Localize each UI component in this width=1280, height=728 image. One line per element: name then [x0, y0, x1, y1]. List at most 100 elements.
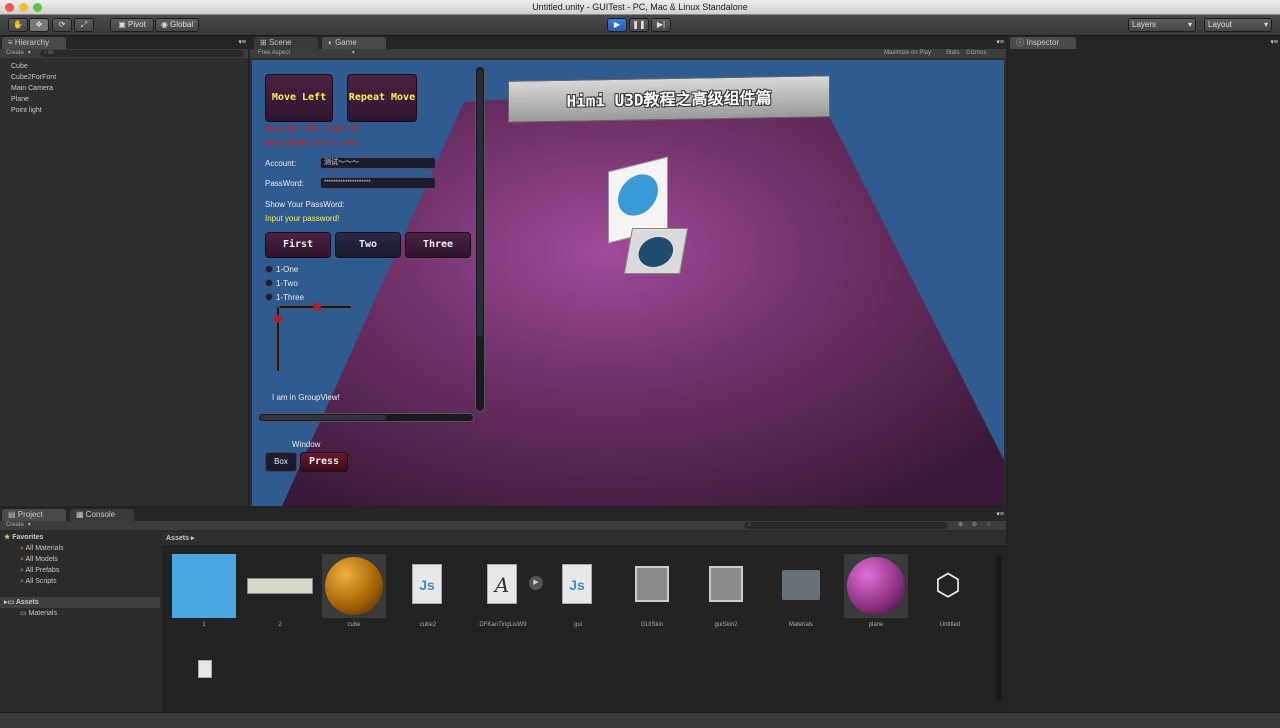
- vertical-scrollbar[interactable]: [475, 66, 485, 412]
- filter-label-icon[interactable]: ⊘: [972, 521, 977, 530]
- vertical-scrollbar[interactable]: [996, 554, 1002, 702]
- hierarchy-item[interactable]: Cube2ForFont: [11, 72, 56, 83]
- radio-option[interactable]: 1-Two: [265, 276, 304, 290]
- move-tool-icon[interactable]: ✥: [29, 18, 49, 32]
- panel-menu-icon[interactable]: ▾≡: [996, 38, 1004, 46]
- horizontal-slider[interactable]: [278, 303, 352, 311]
- asset-label: guiSkin2: [714, 622, 738, 628]
- hierarchy-item[interactable]: Point light: [11, 105, 56, 116]
- hierarchy-item[interactable]: Plane: [11, 94, 56, 105]
- tab-game[interactable]: ◐ Game: [322, 37, 386, 49]
- tab-project[interactable]: ▤ Project: [2, 509, 66, 521]
- panel-menu-icon[interactable]: ▾≡: [238, 38, 246, 46]
- hierarchy-item[interactable]: Main Camera: [11, 83, 56, 94]
- asset-breadcrumb[interactable]: Assets ▸: [162, 532, 1006, 545]
- create-dropdown[interactable]: Create: [6, 522, 24, 528]
- horizontal-scrollbar[interactable]: [258, 413, 474, 422]
- asset-tile-cube[interactable]: [322, 554, 386, 618]
- hierarchy-search-input[interactable]: ⌕ All: [40, 50, 244, 57]
- rotate-tool-icon[interactable]: ⟳: [52, 18, 72, 32]
- global-toggle[interactable]: ◉ Global: [155, 18, 199, 32]
- step-button[interactable]: ▶|: [651, 18, 671, 32]
- pause-button[interactable]: ❚❚: [629, 18, 649, 32]
- favorites-node[interactable]: ★ Favorites: [0, 532, 160, 543]
- tab-hierarchy[interactable]: ≡ Hierarchy: [2, 37, 66, 49]
- minimize-window-icon[interactable]: [19, 3, 28, 12]
- scene-file-icon[interactable]: [198, 660, 212, 678]
- js-script-icon[interactable]: Js: [562, 564, 592, 604]
- assets-node[interactable]: ▸▭ Assets: [0, 597, 160, 608]
- guiskin-icon[interactable]: [709, 566, 743, 602]
- game-subbar: Free Aspect ▾ Maximize on Play Stats Giz…: [250, 49, 1006, 58]
- orange-sphere-icon: [325, 557, 383, 615]
- scrollbar-thumb[interactable]: [477, 69, 483, 337]
- error-text-1: Image both 500, Count 00: [265, 124, 358, 133]
- layout-dropdown[interactable]: Layout ▾: [1204, 18, 1272, 32]
- repeat-move-button[interactable]: Repeat Move: [347, 74, 417, 122]
- game-viewport[interactable]: Himi U3D教程之高级组件篇 Move Left Repeat Move I…: [252, 60, 1004, 506]
- scrollbar-thumb[interactable]: [260, 415, 386, 420]
- zoom-window-icon[interactable]: [33, 3, 42, 12]
- asset-label: 2: [278, 622, 282, 628]
- hand-tool-icon[interactable]: ✋: [8, 18, 28, 32]
- toolbar-first-button[interactable]: First: [265, 232, 331, 258]
- search-icon: ⌕: [20, 545, 24, 552]
- asset-tile-plane[interactable]: [844, 554, 908, 618]
- vertical-slider[interactable]: [274, 306, 282, 372]
- pivot-toggle[interactable]: ▣ Pivot: [110, 18, 154, 32]
- panel-menu-icon[interactable]: ▾≡: [996, 510, 1004, 518]
- radio-option[interactable]: 1-One: [265, 262, 304, 276]
- close-window-icon[interactable]: [5, 3, 14, 12]
- gizmos-dropdown[interactable]: Gizmos: [966, 49, 986, 58]
- password-label: PassWord:: [265, 179, 304, 188]
- radio-circle-icon: [265, 293, 273, 301]
- star-icon: ★: [4, 534, 11, 541]
- radio-option[interactable]: 1-Three: [265, 290, 304, 304]
- gui-box: Box: [265, 452, 297, 472]
- toolbar-three-button[interactable]: Three: [405, 232, 471, 258]
- maximize-on-play-toggle[interactable]: Maximize on Play: [884, 49, 931, 58]
- project-search-input[interactable]: ⌕: [744, 522, 948, 529]
- create-dropdown[interactable]: Create: [6, 50, 24, 56]
- aspect-dropdown[interactable]: Free Aspect: [258, 50, 290, 56]
- favorite-item[interactable]: ⌕ All Models: [0, 554, 160, 565]
- scale-tool-icon[interactable]: ⤢: [74, 18, 94, 32]
- toolbar-two-button[interactable]: Two: [335, 232, 401, 258]
- cube-object: [608, 156, 689, 274]
- inspector-tabbar: ⓘ Inspector ▾≡: [1008, 36, 1280, 49]
- texture-icon[interactable]: [247, 578, 313, 594]
- tab-inspector[interactable]: ⓘ Inspector: [1010, 37, 1076, 49]
- avatar-icon[interactable]: [172, 554, 236, 618]
- press-button[interactable]: Press: [300, 452, 348, 472]
- tab-scene[interactable]: ⊞ Scene: [254, 37, 318, 49]
- account-input[interactable]: 测试～～～: [320, 157, 436, 169]
- slider-thumb[interactable]: [274, 315, 282, 323]
- slider-thumb[interactable]: [313, 303, 321, 311]
- js-script-icon[interactable]: Js: [412, 564, 442, 604]
- layers-dropdown[interactable]: Layers ▾: [1128, 18, 1196, 32]
- favorite-item[interactable]: ⌕ All Materials: [0, 543, 160, 554]
- unity-logo-icon[interactable]: ⬡: [930, 568, 966, 604]
- guiskin-icon[interactable]: [635, 566, 669, 602]
- font-icon[interactable]: A: [487, 564, 517, 604]
- cube2forfont-banner: Himi U3D教程之高级组件篇: [508, 75, 830, 123]
- radio-circle-icon: [265, 279, 273, 287]
- favorite-item[interactable]: ⌕ All Prefabs: [0, 565, 160, 576]
- tab-console[interactable]: ▦ Console: [70, 509, 134, 521]
- hierarchy-item[interactable]: Cube: [11, 61, 56, 72]
- folder-icon: ▭: [20, 610, 27, 617]
- star-icon[interactable]: ☆: [986, 521, 991, 530]
- inspector-panel: ⓘ Inspector ▾≡: [1008, 36, 1280, 712]
- play-button[interactable]: ▶: [607, 18, 627, 32]
- favorite-item[interactable]: ⌕ All Scripts: [0, 576, 160, 587]
- folder-icon[interactable]: [782, 570, 820, 600]
- hierarchy-panel: ≡ Hierarchy ▾≡ Create ▾ ⌕ All Cube Cube2…: [0, 36, 248, 506]
- password-field[interactable]: ********************: [320, 177, 436, 189]
- filter-type-icon[interactable]: ⊕: [958, 521, 963, 530]
- panel-menu-icon[interactable]: ▾≡: [1270, 38, 1278, 46]
- assets-child-item[interactable]: ▭ Materials: [0, 608, 160, 619]
- expand-arrow-icon[interactable]: ▶: [529, 576, 543, 590]
- stats-toggle[interactable]: Stats: [946, 49, 960, 58]
- window-titlebar: Untitled.unity - GUITest - PC, Mac & Lin…: [0, 0, 1280, 15]
- move-left-button[interactable]: Move Left: [265, 74, 333, 122]
